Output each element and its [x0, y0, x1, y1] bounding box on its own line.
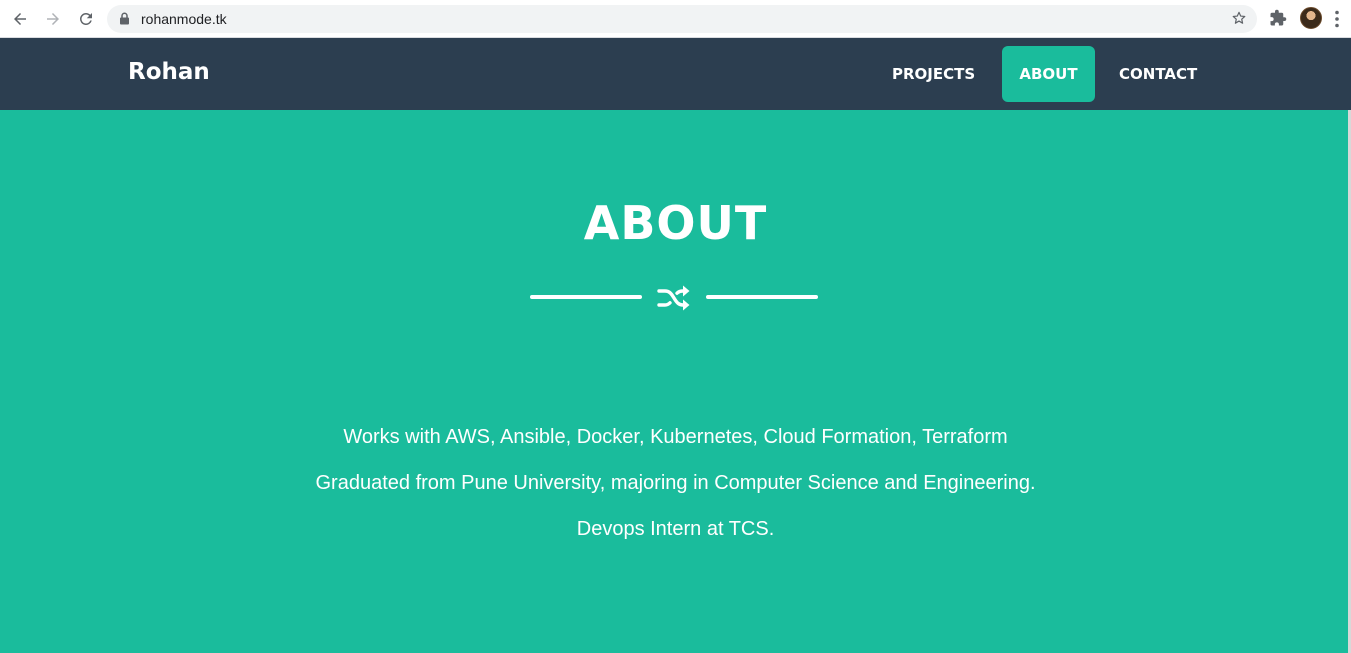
- nav-contact[interactable]: CONTACT: [1103, 46, 1213, 102]
- address-bar[interactable]: rohanmode.tk: [107, 5, 1257, 33]
- about-education-text: Graduated from Pune University, majoring…: [315, 472, 1036, 494]
- shuffle-icon: [657, 285, 690, 311]
- reload-button[interactable]: [75, 8, 97, 30]
- more-vertical-icon[interactable]: [1334, 10, 1340, 28]
- about-skills-text: Works with AWS, Ansible, Docker, Kuberne…: [343, 426, 1008, 448]
- url-text: rohanmode.tk: [141, 11, 227, 27]
- profile-avatar[interactable]: [1300, 7, 1322, 29]
- lock-icon: [120, 12, 129, 25]
- nav-projects[interactable]: PROJECTS: [876, 46, 991, 102]
- site-navbar: Rohan PROJECTS ABOUT CONTACT: [0, 38, 1351, 110]
- browser-toolbar: rohanmode.tk: [0, 0, 1351, 38]
- divider-line-right: [706, 295, 818, 299]
- nav-about[interactable]: ABOUT: [1002, 46, 1095, 102]
- extensions-puzzle-icon[interactable]: [1269, 9, 1287, 27]
- bookmark-star-icon[interactable]: [1231, 10, 1247, 26]
- about-heading: ABOUT: [583, 196, 768, 250]
- arrow-left-icon: [14, 13, 26, 25]
- reload-icon: [79, 12, 92, 25]
- brand-logo[interactable]: Rohan: [128, 59, 210, 85]
- arrow-right-icon: [47, 13, 59, 25]
- forward-button[interactable]: [42, 8, 64, 30]
- back-button[interactable]: [9, 8, 31, 30]
- divider-line-left: [530, 295, 642, 299]
- about-role-text: Devops Intern at TCS.: [576, 518, 775, 540]
